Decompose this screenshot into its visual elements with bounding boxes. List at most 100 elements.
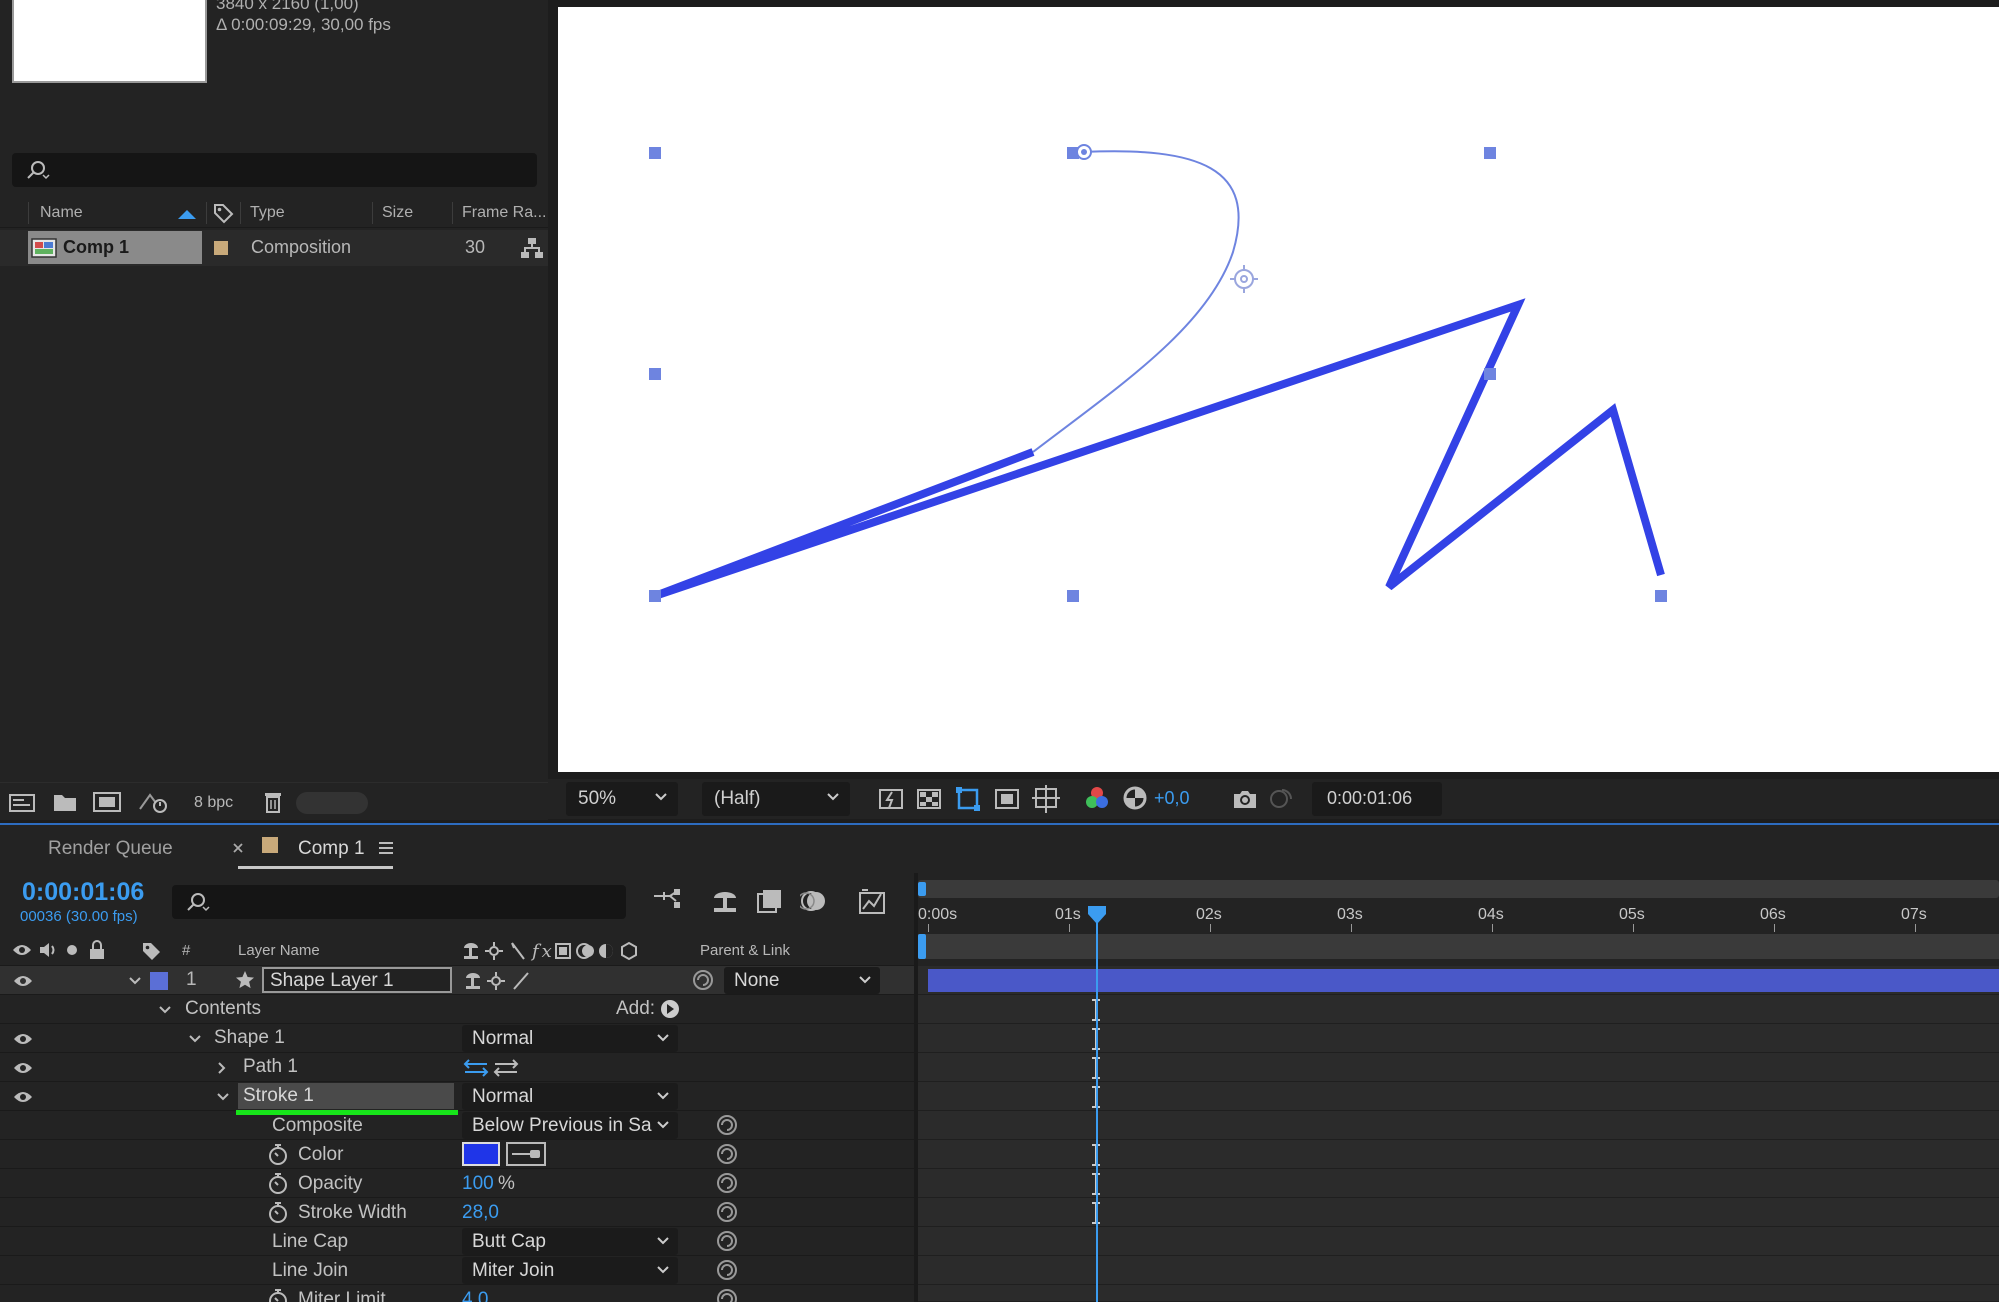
path-name[interactable]: Path 1	[243, 1056, 298, 1078]
label-tag-icon[interactable]	[212, 202, 234, 224]
graph-editor-icon[interactable]	[858, 888, 886, 916]
path-direction-icon[interactable]	[463, 1057, 521, 1079]
type-column-header[interactable]: Type	[250, 204, 285, 222]
expression-pickwhip-icon[interactable]	[716, 1172, 738, 1194]
transparency-grid-icon[interactable]	[916, 787, 942, 811]
layer-switches[interactable]	[462, 970, 538, 992]
project-item-row[interactable]: Comp 1 Composition 30	[0, 230, 548, 266]
motion-blur-icon[interactable]	[800, 888, 828, 914]
bit-depth-button[interactable]: 8 bpc	[194, 794, 233, 812]
composite-row[interactable]: Composite Below Previous in Sa	[0, 1111, 914, 1140]
chevron-down-icon[interactable]	[216, 1091, 230, 1103]
expression-pickwhip-icon[interactable]	[716, 1114, 738, 1136]
composite-dropdown[interactable]: Below Previous in Sa	[462, 1112, 678, 1139]
interpret-footage-icon[interactable]	[8, 791, 38, 815]
audio-icon[interactable]	[38, 941, 58, 959]
work-area-start-handle[interactable]	[918, 882, 926, 896]
add-menu-icon[interactable]	[660, 999, 680, 1019]
new-composition-icon[interactable]	[92, 790, 122, 814]
project-settings-icon[interactable]	[136, 789, 170, 815]
time-ruler[interactable]: 0:00s 01s 02s 03s 04s 05s 06s 07s	[918, 898, 1999, 932]
mask-visibility-icon[interactable]	[954, 785, 982, 813]
layer-name-column-header[interactable]: Layer Name	[238, 942, 320, 959]
stroke-width-value[interactable]: 28,0	[462, 1202, 499, 1224]
shape-group-row[interactable]: Shape 1 Normal	[0, 1024, 914, 1053]
guides-grid-icon[interactable]	[1032, 785, 1060, 813]
playhead[interactable]	[1086, 898, 1108, 1302]
pickwhip-icon[interactable]	[692, 969, 714, 991]
project-search-input[interactable]	[12, 153, 537, 187]
channels-icon[interactable]	[1084, 785, 1110, 811]
stroke-width-row[interactable]: Stroke Width 28,0	[0, 1198, 914, 1227]
layer-label-swatch[interactable]	[150, 972, 168, 990]
draft-3d-icon[interactable]	[710, 888, 740, 914]
opacity-row[interactable]: Opacity 100 %	[0, 1169, 914, 1198]
shape-blend-mode-dropdown[interactable]: Normal	[462, 1025, 678, 1052]
viewer-timecode[interactable]: 0:00:01:06	[1312, 782, 1442, 816]
stroke-row[interactable]: Stroke 1 Normal	[0, 1082, 914, 1111]
label-tag-icon[interactable]	[140, 940, 162, 962]
lock-icon[interactable]	[88, 940, 106, 960]
video-visibility-icon[interactable]	[12, 943, 32, 957]
stroke-blend-mode-dropdown[interactable]: Normal	[462, 1083, 678, 1110]
navigator-start-handle[interactable]	[918, 934, 926, 959]
stopwatch-icon[interactable]	[268, 1288, 288, 1302]
eye-icon[interactable]	[13, 974, 33, 988]
region-of-interest-icon[interactable]	[994, 787, 1020, 811]
expression-pickwhip-icon[interactable]	[716, 1230, 738, 1252]
line-cap-row[interactable]: Line Cap Butt Cap	[0, 1227, 914, 1256]
chevron-right-icon[interactable]	[216, 1061, 228, 1075]
trash-icon[interactable]	[262, 790, 284, 814]
layer-name[interactable]: Shape Layer 1	[262, 967, 452, 993]
fast-previews-icon[interactable]	[878, 787, 904, 811]
sort-ascending-icon[interactable]	[176, 208, 198, 220]
tab-render-queue[interactable]: Render Queue	[48, 838, 173, 860]
resolution-dropdown[interactable]: (Half)	[702, 782, 850, 816]
switches-column-header[interactable]: fx	[460, 940, 660, 962]
timeline-search-input[interactable]	[172, 885, 626, 919]
close-tab-icon[interactable]	[232, 842, 244, 854]
miter-limit-row[interactable]: Miter Limit 4,0	[0, 1285, 914, 1302]
chevron-down-icon[interactable]	[188, 1033, 202, 1045]
color-row[interactable]: Color	[0, 1140, 914, 1169]
line-join-dropdown[interactable]: Miter Join	[462, 1257, 678, 1284]
opacity-value[interactable]: 100	[462, 1173, 494, 1195]
stroke-color-swatch[interactable]	[462, 1142, 500, 1166]
solo-icon[interactable]	[66, 944, 78, 956]
flowchart-icon[interactable]	[520, 236, 544, 260]
composition-canvas[interactable]	[558, 7, 1999, 772]
layer-row[interactable]: 1 Shape Layer 1 None	[0, 966, 914, 995]
line-join-row[interactable]: Line Join Miter Join	[0, 1256, 914, 1285]
name-column-header[interactable]: Name	[40, 204, 83, 222]
number-column-header[interactable]: #	[182, 942, 190, 959]
item-label-swatch[interactable]	[214, 241, 228, 255]
work-area-bar[interactable]	[918, 880, 1999, 898]
show-snapshot-icon[interactable]	[1268, 786, 1294, 810]
path-row[interactable]: Path 1	[0, 1053, 914, 1082]
snapshot-camera-icon[interactable]	[1232, 788, 1258, 810]
frame-rate-column-header[interactable]: Frame Ra...	[462, 204, 546, 222]
panel-menu-icon[interactable]	[378, 841, 394, 855]
tab-comp-1[interactable]: Comp 1	[298, 838, 365, 860]
contents-row[interactable]: Contents Add:	[0, 995, 914, 1024]
parent-link-column-header[interactable]: Parent & Link	[700, 942, 790, 959]
chevron-down-icon[interactable]	[128, 975, 142, 987]
reset-exposure-icon[interactable]	[1122, 785, 1148, 811]
stopwatch-icon[interactable]	[268, 1143, 288, 1165]
line-cap-dropdown[interactable]: Butt Cap	[462, 1228, 678, 1255]
thumbnail-size-slider[interactable]	[296, 792, 368, 814]
expression-pickwhip-icon[interactable]	[716, 1201, 738, 1223]
parent-dropdown[interactable]: None	[724, 967, 880, 994]
expression-pickwhip-icon[interactable]	[716, 1259, 738, 1281]
eye-icon[interactable]	[13, 1032, 33, 1046]
stroke-name[interactable]: Stroke 1	[243, 1085, 314, 1107]
current-time-display[interactable]: 0:00:01:06	[22, 878, 144, 907]
chevron-down-icon[interactable]	[158, 1004, 172, 1016]
stopwatch-icon[interactable]	[268, 1172, 288, 1194]
miter-limit-value[interactable]: 4,0	[462, 1289, 488, 1302]
eye-icon[interactable]	[13, 1090, 33, 1104]
eye-icon[interactable]	[13, 1061, 33, 1075]
eyedropper-icon[interactable]	[506, 1142, 546, 1166]
expression-pickwhip-icon[interactable]	[716, 1143, 738, 1165]
exposure-value[interactable]: +0,0	[1154, 788, 1190, 809]
